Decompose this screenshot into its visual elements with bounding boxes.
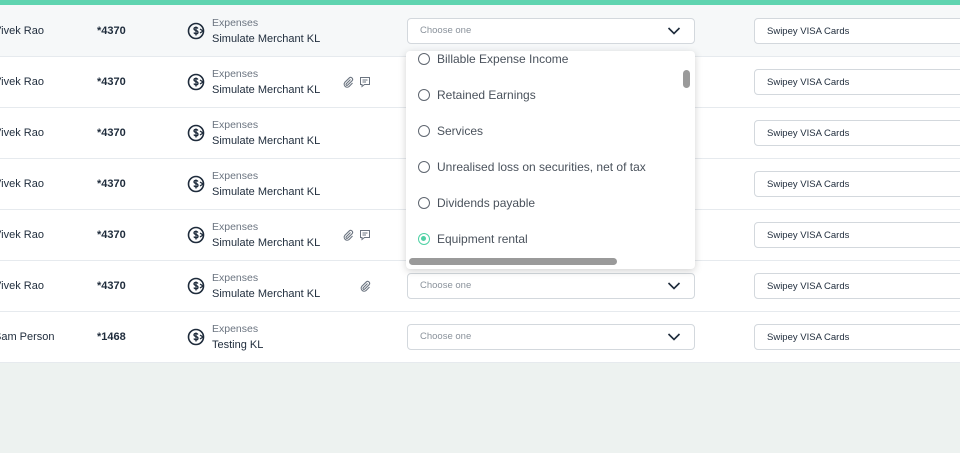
merchant-name: Simulate Merchant KL — [212, 84, 321, 96]
cardholder-name: Vivek Rao — [0, 127, 44, 139]
payment-account-field[interactable]: Swipey VISA Cards — [754, 324, 960, 350]
merchant-name: Simulate Merchant KL — [212, 288, 321, 300]
category-label: Expenses — [212, 221, 259, 233]
category-label: Expenses — [212, 170, 259, 182]
category-cell: Expenses Simulate Merchant KL — [212, 219, 320, 251]
dropdown-option-label: Dividends payable — [437, 196, 536, 210]
currency-exchange-icon — [187, 226, 205, 244]
payment-account-field[interactable]: Swipey VISA Cards — [754, 17, 960, 44]
dropdown-option[interactable]: Billable Expense Income — [418, 51, 568, 69]
account-select[interactable]: Choose one — [407, 273, 695, 299]
paperclip-icon[interactable] — [342, 229, 354, 241]
radio-selected-icon[interactable] — [418, 233, 430, 245]
comment-icon[interactable] — [359, 229, 371, 241]
category-cell: Expenses Simulate Merchant KL — [212, 270, 320, 302]
comment-icon[interactable] — [359, 76, 371, 88]
currency-exchange-icon — [187, 175, 205, 193]
radio-button-icon[interactable] — [418, 197, 430, 209]
payment-account-field[interactable]: Swipey VISA Cards — [754, 273, 960, 299]
cardholder-name: Vivek Rao — [0, 76, 44, 88]
payment-account-label: Swipey VISA Cards — [767, 230, 850, 241]
payment-account-field[interactable]: Swipey VISA Cards — [754, 120, 960, 146]
dropdown-option[interactable]: Services — [418, 121, 483, 141]
category-label: Expenses — [212, 68, 259, 80]
card-last-digits: *4370 — [97, 24, 126, 37]
paperclip-icon[interactable] — [342, 76, 354, 88]
select-placeholder: Choose one — [420, 24, 472, 36]
category-cell: Expenses Simulate Merchant KL — [212, 66, 320, 98]
table-row[interactable]: Vivek Rao *4370 Expenses Simulate Mercha… — [0, 5, 960, 57]
vertical-scrollbar[interactable] — [683, 70, 690, 88]
dropdown-option[interactable]: Retained Earnings — [418, 85, 536, 105]
merchant-name: Testing KL — [212, 339, 264, 351]
card-last-digits: *4370 — [97, 127, 126, 139]
card-last-digits: *4370 — [97, 76, 126, 88]
paperclip-icon[interactable] — [359, 280, 371, 292]
merchant-name: Simulate Merchant KL — [212, 237, 321, 249]
payment-account-label: Swipey VISA Cards — [767, 128, 850, 139]
radio-button-icon[interactable] — [418, 53, 430, 65]
merchant-name: Simulate Merchant KL — [212, 186, 321, 198]
category-label: Expenses — [212, 119, 259, 131]
radio-button-icon[interactable] — [418, 89, 430, 101]
chevron-down-icon — [667, 26, 681, 35]
chevron-down-icon — [667, 282, 681, 290]
chevron-down-icon — [667, 333, 681, 341]
select-placeholder: Choose one — [420, 331, 472, 342]
card-last-digits: *4370 — [97, 229, 126, 241]
dropdown-option[interactable]: Unrealised loss on securities, net of ta… — [418, 157, 646, 177]
cardholder-name: Vivek Rao — [0, 229, 44, 241]
payment-account-field[interactable]: Swipey VISA Cards — [754, 69, 960, 95]
account-select[interactable]: Choose one — [407, 17, 695, 44]
currency-exchange-icon — [187, 328, 205, 346]
dropdown-option[interactable]: Dividends payable — [418, 193, 535, 213]
table-row[interactable]: Sam Person *1468 Expenses Testing KL Cho… — [0, 312, 960, 363]
cardholder-name: Vivek Rao — [0, 178, 44, 190]
card-last-digits: *4370 — [97, 178, 126, 190]
category-label: Expenses — [212, 16, 259, 29]
currency-exchange-icon — [187, 22, 205, 39]
empty-page-area — [0, 363, 960, 453]
card-last-digits: *4370 — [97, 280, 126, 292]
radio-button-icon[interactable] — [418, 125, 430, 137]
radio-button-icon[interactable] — [418, 161, 430, 173]
dropdown-option-label: Retained Earnings — [437, 88, 536, 102]
currency-exchange-icon — [187, 124, 205, 142]
payment-account-field[interactable]: Swipey VISA Cards — [754, 222, 960, 248]
payment-account-label: Swipey VISA Cards — [767, 77, 850, 88]
category-label: Expenses — [212, 323, 259, 335]
dropdown-option-label: Billable Expense Income — [437, 52, 569, 66]
cardholder-name: Vivek Rao — [0, 24, 44, 37]
dropdown-option-selected[interactable]: Equipment rental — [418, 229, 528, 249]
payment-account-label: Swipey VISA Cards — [767, 332, 850, 343]
payment-account-label: Swipey VISA Cards — [767, 281, 850, 292]
category-cell: Expenses Testing KL — [212, 321, 263, 353]
account-select[interactable]: Choose one — [407, 324, 695, 350]
merchant-name: Simulate Merchant KL — [212, 32, 321, 45]
category-cell: Expenses Simulate Merchant KL — [212, 117, 320, 149]
category-cell: Expenses Simulate Merchant KL — [212, 15, 320, 47]
card-last-digits: *1468 — [97, 331, 126, 343]
account-dropdown-menu[interactable]: Billable Expense Income Retained Earning… — [406, 51, 695, 269]
dropdown-option-label: Unrealised loss on securities, net of ta… — [437, 160, 646, 174]
payment-account-field[interactable]: Swipey VISA Cards — [754, 171, 960, 197]
currency-exchange-icon — [187, 73, 205, 91]
merchant-name: Simulate Merchant KL — [212, 135, 321, 147]
dropdown-option-label: Services — [437, 124, 484, 138]
cardholder-name: Vivek Rao — [0, 280, 44, 292]
payment-account-label: Swipey VISA Cards — [767, 25, 850, 37]
dropdown-option-label: Equipment rental — [437, 232, 528, 246]
select-placeholder: Choose one — [420, 280, 472, 291]
currency-exchange-icon — [187, 277, 205, 295]
category-label: Expenses — [212, 272, 259, 284]
category-cell: Expenses Simulate Merchant KL — [212, 168, 320, 200]
payment-account-label: Swipey VISA Cards — [767, 179, 850, 190]
horizontal-scrollbar[interactable] — [409, 258, 617, 265]
cardholder-name: Sam Person — [0, 331, 55, 343]
